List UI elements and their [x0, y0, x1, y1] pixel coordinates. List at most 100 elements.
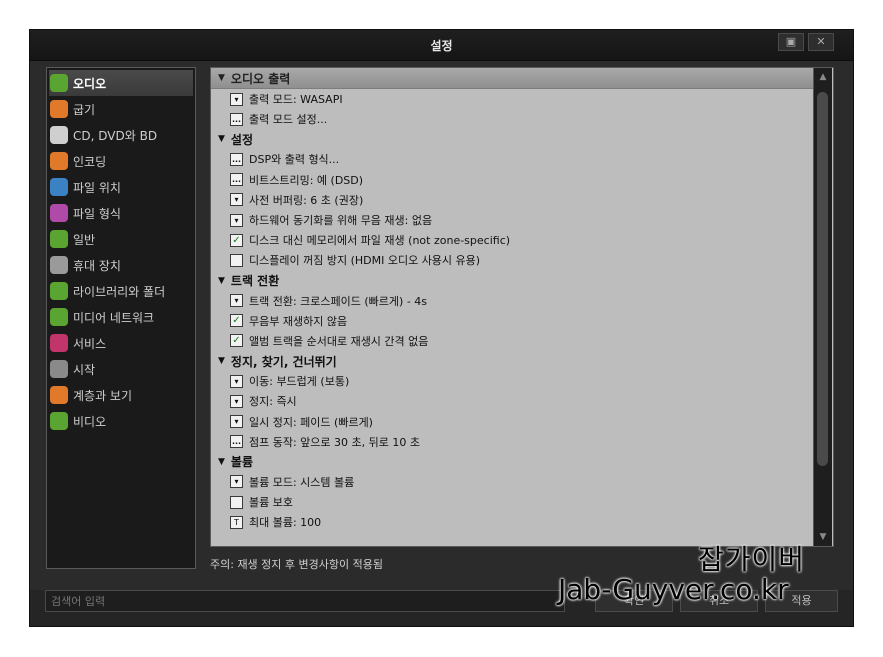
setting-row[interactable]: ▾ 사전 버퍼링: 6 초 (권장): [211, 190, 813, 210]
text-field-icon[interactable]: T: [230, 515, 243, 529]
section-header[interactable]: ▼ 볼륨: [211, 452, 813, 472]
dropdown-icon[interactable]: ▾: [230, 294, 243, 308]
restart-note: 주의: 재생 정지 후 변경사항이 적용됨: [210, 558, 383, 571]
checkbox-unchecked[interactable]: [230, 495, 243, 509]
section-header[interactable]: ▼ 트랙 전환: [211, 271, 813, 291]
dropdown-icon[interactable]: ▾: [230, 475, 243, 489]
setting-row[interactable]: 볼륨 보호: [211, 492, 813, 512]
checkbox-unchecked[interactable]: [230, 253, 243, 267]
scroll-up-icon[interactable]: ▲: [814, 72, 832, 82]
setting-label: 정지: 즉시: [249, 395, 297, 409]
ellipsis-icon[interactable]: ...: [230, 173, 243, 187]
setting-label: 최대 볼륨: 100: [249, 516, 322, 530]
sidebar-item[interactable]: 서비스: [47, 330, 195, 356]
setting-row[interactable]: ... DSP와 출력 형식...: [211, 149, 813, 169]
sidebar-item[interactable]: 오디오: [49, 70, 193, 96]
general-icon: [50, 230, 68, 248]
setting-row[interactable]: T 최대 볼륨: 100: [211, 512, 813, 532]
sidebar-item[interactable]: CD, DVD와 BD: [47, 122, 195, 148]
sidebar-item[interactable]: 일반: [47, 226, 195, 252]
checkbox-checked[interactable]: ✓: [230, 314, 243, 328]
ellipsis-icon[interactable]: ...: [230, 112, 243, 126]
setting-row[interactable]: ▾ 트랙 전환: 크로스페이드 (빠르게) - 4s: [211, 291, 813, 311]
maximize-button[interactable]: ▣: [778, 33, 804, 51]
sidebar-item[interactable]: 인코딩: [47, 148, 195, 174]
sidebar-item[interactable]: 시작: [47, 356, 195, 382]
setting-row[interactable]: ✓ 디스크 대신 메모리에서 파일 재생 (not zone-specific): [211, 230, 813, 250]
dropdown-icon[interactable]: ▾: [230, 415, 243, 429]
views-icon: [50, 386, 68, 404]
collapse-triangle-icon: ▼: [218, 275, 225, 286]
scrollbar[interactable]: ▲ ▼: [813, 68, 832, 546]
scroll-thumb[interactable]: [817, 92, 828, 466]
sidebar-item-label: CD, DVD와 BD: [73, 128, 158, 143]
close-button[interactable]: ✕: [808, 33, 834, 51]
setting-row[interactable]: ... 점프 동작: 앞으로 30 초, 뒤로 10 초: [211, 432, 813, 452]
setting-label: 이동: 부드럽게 (보통): [249, 375, 350, 389]
ellipsis-icon[interactable]: ...: [230, 435, 243, 449]
services-icon: [50, 334, 68, 352]
audio-icon: [50, 74, 68, 92]
section-title: 오디오 출력: [230, 71, 291, 86]
setting-row[interactable]: 디스플레이 꺼짐 방지 (HDMI 오디오 사용시 유용): [211, 250, 813, 270]
dropdown-icon[interactable]: ▾: [230, 92, 243, 106]
dropdown-icon[interactable]: ▾: [230, 394, 243, 408]
watermark-url: Jab-Guyver.co.kr: [558, 573, 789, 606]
setting-row[interactable]: ... 비트스트리밍: 예 (DSD): [211, 170, 813, 190]
sidebar-item[interactable]: 파일 위치: [47, 174, 195, 200]
burn-icon: [50, 100, 68, 118]
media-network-icon: [50, 308, 68, 326]
sidebar-item[interactable]: 파일 형식: [47, 200, 195, 226]
section-header[interactable]: ▼ 정지, 찾기, 건너뛰기: [211, 351, 813, 371]
scroll-down-icon[interactable]: ▼: [814, 532, 832, 542]
library-icon: [50, 282, 68, 300]
setting-row[interactable]: ▾ 일시 정지: 페이드 (빠르게): [211, 411, 813, 431]
sidebar-item[interactable]: 비디오: [47, 408, 195, 434]
dropdown-icon[interactable]: ▾: [230, 213, 243, 227]
settings-list: ▼ 오디오 출력 ▾ 출력 모드: WASAPI... 출력 모드 설정... ▼ 설정..…: [211, 68, 813, 532]
setting-label: 볼륨 모드: 시스템 볼륨: [249, 475, 355, 489]
checkbox-checked[interactable]: ✓: [230, 334, 243, 348]
file-location-icon: [50, 178, 68, 196]
sidebar-item[interactable]: 라이브러리와 폴더: [47, 278, 195, 304]
setting-label: 사전 버퍼링: 6 초 (권장): [249, 193, 364, 207]
sidebar-item-label: 오디오: [73, 76, 107, 91]
setting-row[interactable]: ▾ 이동: 부드럽게 (보통): [211, 371, 813, 391]
setting-label: 출력 모드: WASAPI: [249, 93, 343, 107]
setting-row[interactable]: ... 출력 모드 설정...: [211, 109, 813, 129]
maximize-icon: ▣: [785, 35, 797, 48]
setting-row[interactable]: ▾ 하드웨어 동기화를 위해 무음 재생: 없음: [211, 210, 813, 230]
sidebar-item[interactable]: 미디어 네트워크: [47, 304, 195, 330]
setting-label: 일시 정지: 페이드 (빠르게): [249, 415, 373, 429]
window-title: 설정: [430, 39, 453, 53]
setting-label: DSP와 출력 형식...: [249, 153, 340, 167]
sidebar-item-label: 일반: [73, 232, 96, 247]
sidebar-item-label: 계층과 보기: [73, 388, 133, 403]
setting-label: 비트스트리밍: 예 (DSD): [249, 173, 364, 187]
setting-label: 출력 모드 설정...: [249, 113, 328, 127]
search-input[interactable]: [45, 590, 565, 612]
sidebar-item-label: 파일 위치: [73, 180, 121, 195]
sidebar-item[interactable]: 굽기: [47, 96, 195, 122]
dropdown-icon[interactable]: ▾: [230, 374, 243, 388]
collapse-triangle-icon: ▼: [218, 73, 225, 83]
sidebar-item[interactable]: 휴대 장치: [47, 252, 195, 278]
setting-label: 앨범 트랙을 순서대로 재생시 간격 없음: [249, 334, 429, 348]
section-header[interactable]: ▼ 설정: [211, 129, 813, 149]
setting-label: 볼륨 보호: [249, 496, 293, 510]
dropdown-icon[interactable]: ▾: [230, 193, 243, 207]
section-header[interactable]: ▼ 오디오 출력: [211, 68, 813, 89]
sidebar-item-label: 시작: [73, 362, 96, 377]
setting-row[interactable]: ▾ 출력 모드: WASAPI: [211, 89, 813, 109]
checkbox-checked[interactable]: ✓: [230, 233, 243, 247]
ellipsis-icon[interactable]: ...: [230, 152, 243, 166]
sidebar-item-label: 서비스: [73, 336, 107, 351]
setting-row[interactable]: ✓ 무음부 재생하지 않음: [211, 311, 813, 331]
file-format-icon: [50, 204, 68, 222]
sidebar-item-label: 굽기: [73, 102, 96, 117]
section-title: 볼륨: [230, 455, 254, 470]
setting-row[interactable]: ✓ 앨범 트랙을 순서대로 재생시 간격 없음: [211, 331, 813, 351]
setting-row[interactable]: ▾ 정지: 즉시: [211, 391, 813, 411]
sidebar-item[interactable]: 계층과 보기: [47, 382, 195, 408]
setting-row[interactable]: ▾ 볼륨 모드: 시스템 볼륨: [211, 472, 813, 492]
